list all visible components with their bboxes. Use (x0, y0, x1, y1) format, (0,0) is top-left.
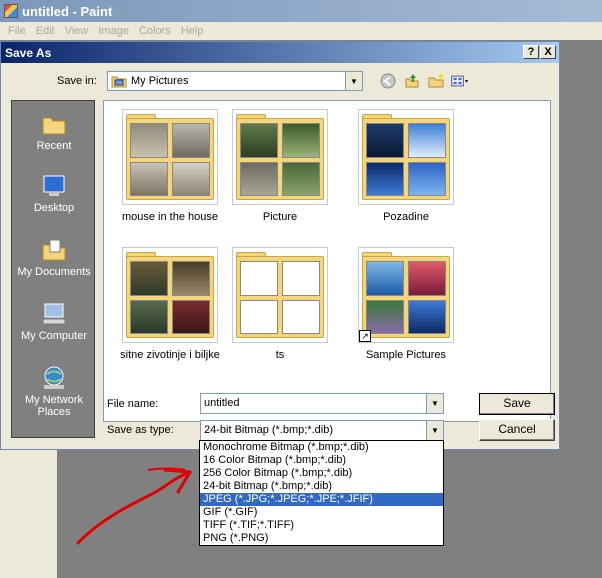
menu-view[interactable]: View (60, 25, 94, 37)
place-label: Recent (36, 140, 72, 152)
my-pictures-folder-icon (111, 76, 127, 88)
file-item-sitne-zivotinje-i-biljke[interactable]: sitne zivotinje i biljke (114, 247, 226, 361)
chevron-down-icon[interactable]: ▼ (345, 72, 362, 90)
menu-file[interactable]: File (3, 25, 31, 37)
paint-menubar: File Edit View Image Colors Help (0, 22, 602, 40)
place-label: Desktop (33, 202, 75, 214)
file-name: ts (275, 349, 285, 361)
menu-edit[interactable]: Edit (31, 25, 60, 37)
folder-thumbnail (232, 247, 328, 343)
my-documents-icon (42, 239, 66, 261)
nav-toolbar (379, 72, 469, 90)
file-name-label: File name: (107, 398, 159, 410)
place-my-computer[interactable]: My Computer (12, 301, 96, 342)
dialog-title: Save As (5, 45, 52, 60)
back-icon[interactable] (379, 72, 397, 90)
place-label: My Computer (20, 330, 88, 342)
file-type-option[interactable]: 256 Color Bitmap (*.bmp;*.dib) (200, 467, 443, 480)
save-as-type-label: Save as type: (107, 424, 174, 436)
folder-thumbnail (122, 247, 218, 343)
file-item-pozadine[interactable]: Pozadine (350, 109, 462, 223)
file-name: sitne zivotinje i biljke (120, 349, 220, 361)
file-item-picture[interactable]: Picture (224, 109, 336, 223)
file-type-option[interactable]: TIFF (*.TIF;*.TIFF) (200, 519, 443, 532)
file-type-option[interactable]: 16 Color Bitmap (*.bmp;*.dib) (200, 454, 443, 467)
chevron-down-icon[interactable]: ▼ (426, 394, 443, 413)
folder-thumbnail (358, 109, 454, 205)
place-desktop[interactable]: Desktop (12, 173, 96, 214)
save-as-dialog: Save As ? X Save in: My Pictures ▼ Recen… (0, 41, 560, 450)
file-name: mouse in the house (121, 211, 218, 223)
folder-thumbnail (122, 109, 218, 205)
file-name: Picture (262, 211, 298, 223)
places-bar: Recent Desktop My Documents My Computer … (11, 100, 95, 438)
file-name: Pozadine (383, 211, 429, 223)
file-type-dropdown-list[interactable]: Monochrome Bitmap (*.bmp;*.dib) 16 Color… (199, 440, 444, 546)
dialog-titlebar: Save As ? X (1, 42, 559, 63)
file-item-ts[interactable]: ts (224, 247, 336, 361)
paint-tool-panel (0, 440, 57, 578)
view-menu-icon[interactable] (451, 72, 469, 90)
my-computer-icon (42, 303, 66, 325)
save-in-combo[interactable]: My Pictures ▼ (107, 71, 363, 91)
file-type-option[interactable]: PNG (*.PNG) (200, 532, 443, 545)
place-recent[interactable]: Recent (12, 111, 96, 152)
file-type-option-selected[interactable]: JPEG (*.JPG;*.JPEG;*.JPE;*.JFIF) (200, 493, 443, 506)
save-as-type-select[interactable]: 24-bit Bitmap (*.bmp;*.dib) ▼ (200, 420, 444, 441)
place-my-documents[interactable]: My Documents (12, 237, 96, 278)
paint-window-title: untitled - Paint (22, 3, 113, 19)
help-button[interactable]: ? (523, 45, 539, 59)
paint-app-icon (4, 4, 18, 18)
chevron-down-icon[interactable]: ▼ (426, 421, 443, 440)
file-list-view[interactable]: mouse in the house Picture Pozadine sitn… (103, 100, 551, 422)
close-button[interactable]: X (540, 45, 556, 59)
save-button[interactable]: Save (479, 393, 555, 415)
file-name-input[interactable]: untitled ▼ (200, 393, 444, 414)
cancel-button[interactable]: Cancel (479, 419, 555, 441)
file-type-option[interactable]: 24-bit Bitmap (*.bmp;*.dib) (200, 480, 443, 493)
recent-icon (42, 117, 66, 135)
new-folder-icon[interactable] (427, 72, 445, 90)
place-my-network-places[interactable]: My Network Places (12, 365, 96, 418)
file-type-option[interactable]: GIF (*.GIF) (200, 506, 443, 519)
paint-titlebar: untitled - Paint (0, 0, 602, 22)
place-label: My Documents (17, 266, 91, 278)
place-label: My Network Places (24, 394, 84, 418)
file-name: Sample Pictures (365, 349, 447, 361)
file-item-mouse-in-the-house[interactable]: mouse in the house (114, 109, 226, 223)
file-type-option[interactable]: Monochrome Bitmap (*.bmp;*.dib) (200, 441, 443, 454)
up-folder-icon[interactable] (403, 72, 421, 90)
menu-help[interactable]: Help (176, 25, 209, 37)
folder-thumbnail (232, 109, 328, 205)
menu-colors[interactable]: Colors (134, 25, 176, 37)
shortcut-arrow-icon: ↗ (359, 330, 371, 342)
save-in-value: My Pictures (131, 75, 189, 87)
save-in-label: Save in: (57, 75, 97, 87)
folder-thumbnail: ↗ (358, 247, 454, 343)
file-item-sample-pictures[interactable]: ↗ Sample Pictures (350, 247, 462, 361)
my-network-places-icon (44, 366, 64, 389)
menu-image[interactable]: Image (93, 25, 134, 37)
desktop-icon (43, 175, 65, 196)
